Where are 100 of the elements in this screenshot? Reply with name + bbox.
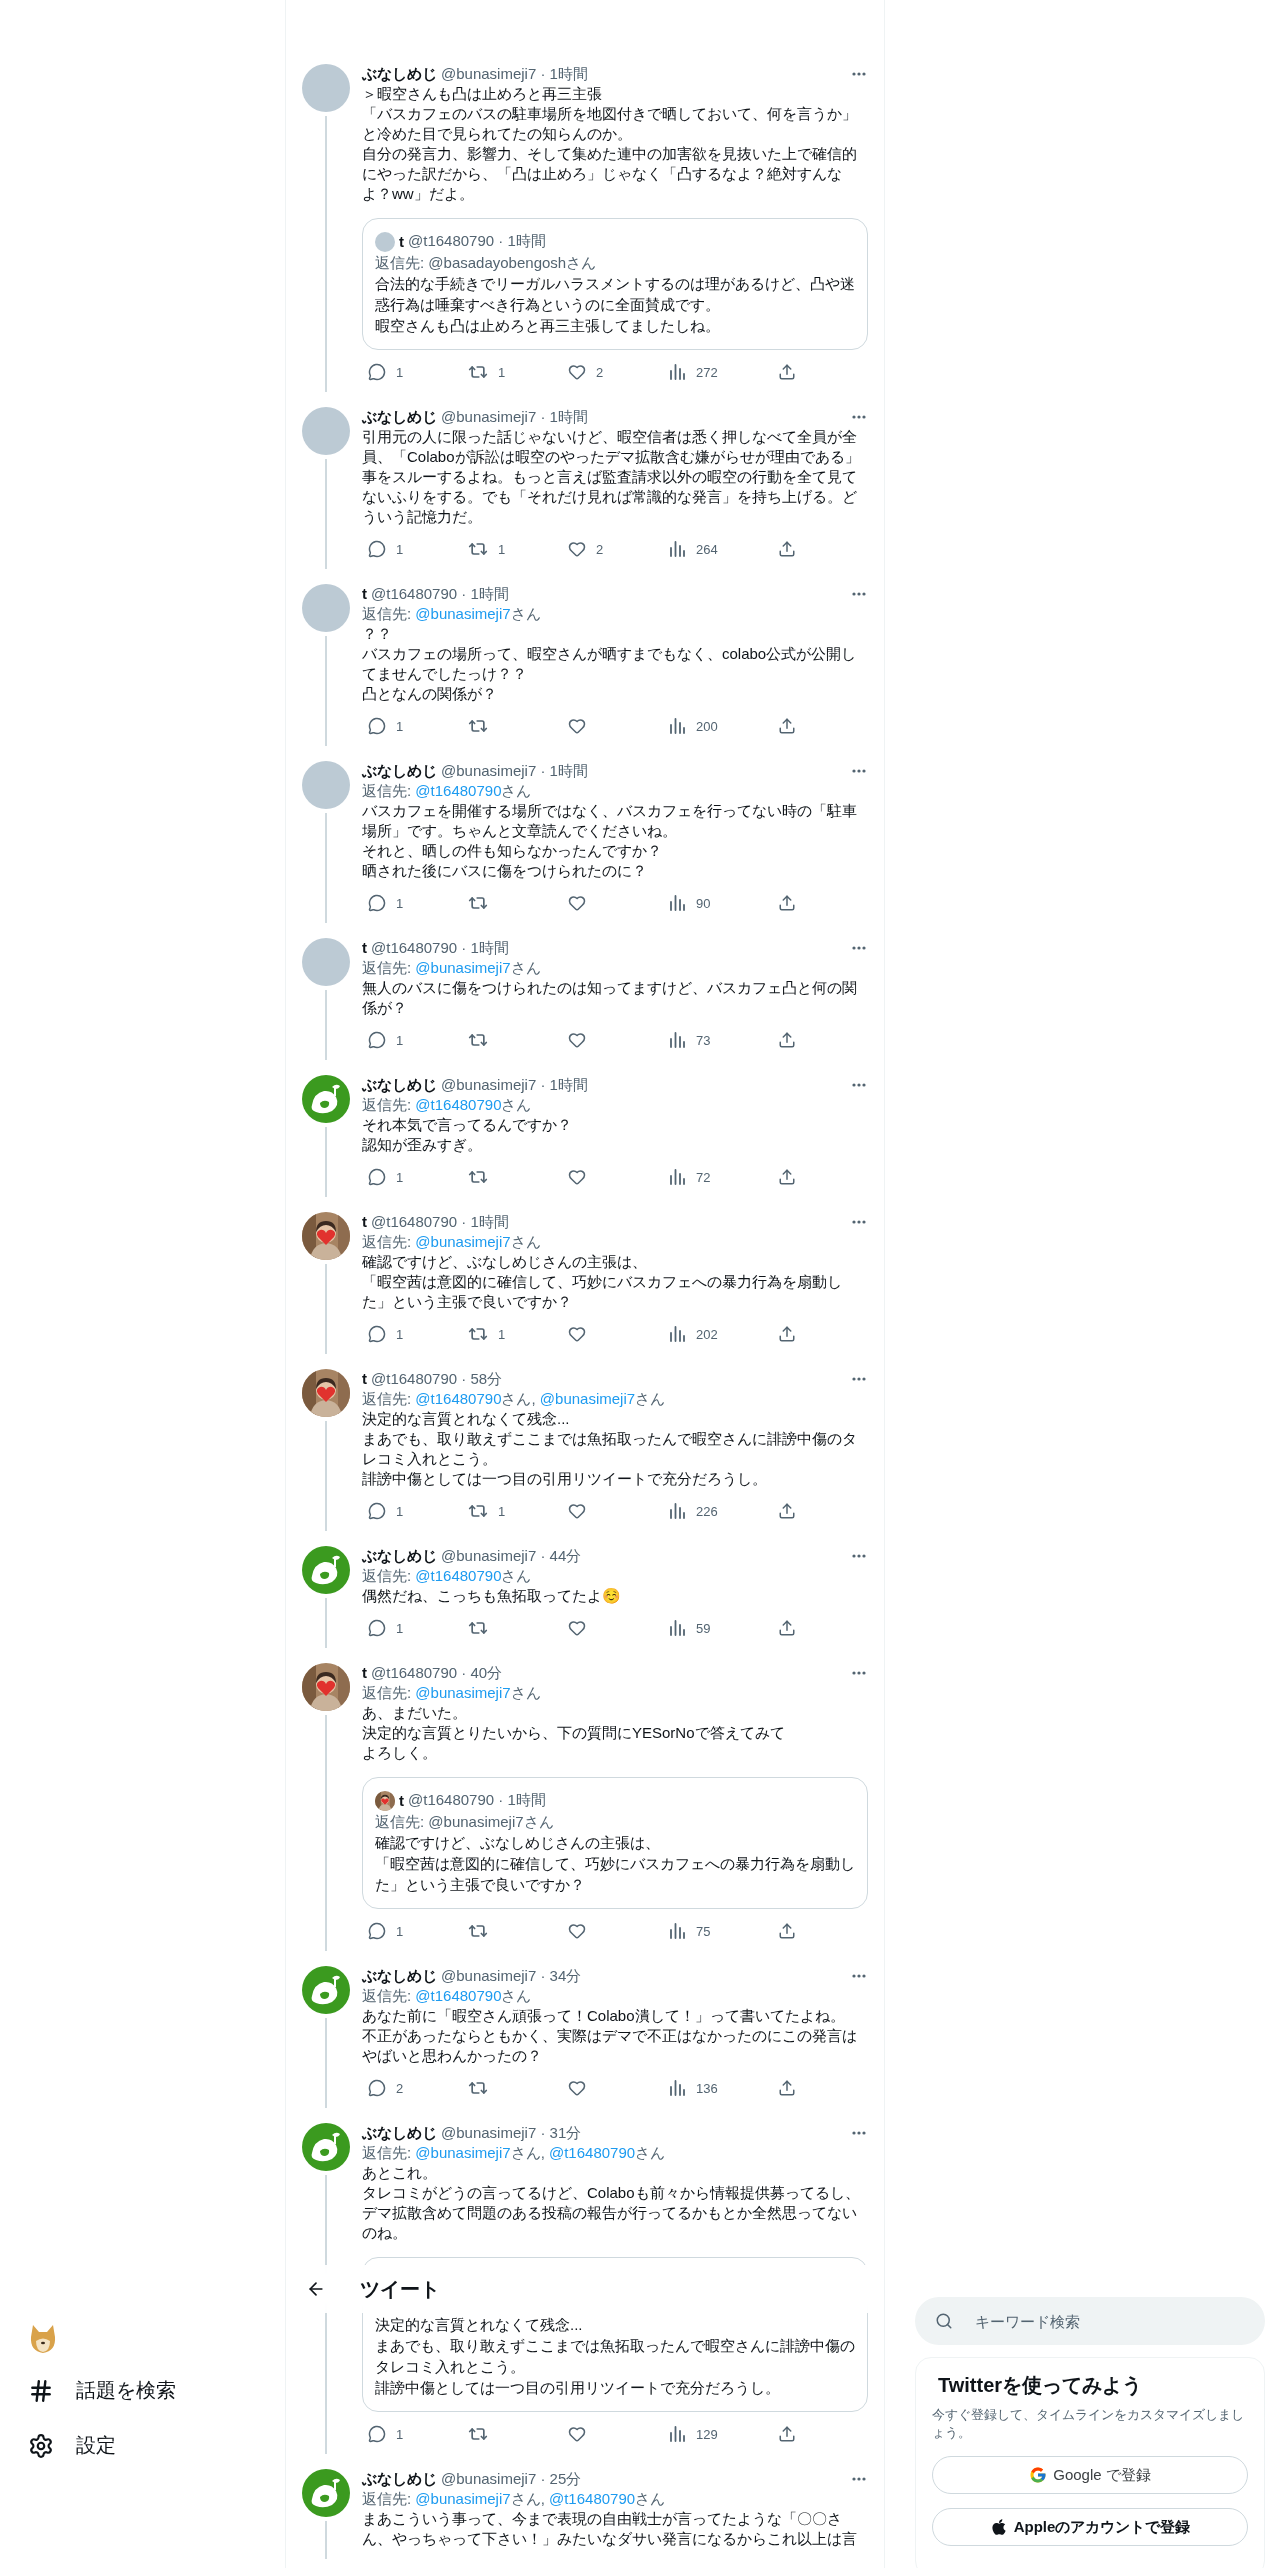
share-icon	[778, 2079, 796, 2097]
mention-link[interactable]: @bunasimeji7	[415, 959, 511, 976]
reply-button[interactable]: 1	[362, 716, 404, 736]
reply-button[interactable]: 1	[362, 1501, 404, 1521]
retweet-button[interactable]: 1	[462, 539, 506, 559]
tweet-text: 無人のバスに傷をつけられたのは知ってますけど、バスカフェ凸と何の関係が？	[362, 978, 858, 1018]
nav-item[interactable]: 設定	[28, 2418, 116, 2473]
mention-link[interactable]: @bunasimeji7	[415, 2144, 511, 2161]
views-button[interactable]: 72	[662, 1167, 711, 1187]
mention-link[interactable]: @t16480790	[415, 1096, 502, 1113]
bar-chart-icon	[668, 1619, 686, 1637]
tweet-meta: @t16480790 · 1時間	[408, 232, 546, 251]
tweet-text: 引用元の人に限った話じゃないけど、暇空信者は悉く押しなべて全員が全員、「Colaboが訴訟は暇空のやったデマ拡散含む嫌がらせが理由である」事をスルーするよね。もっと言えば監査請求以外の暇空の行動を全て見てないふりをする。でも「それだけ見れば常識的な発言」を持ち上げる。どういう記憶力だ。	[362, 427, 861, 527]
comment-icon	[368, 1325, 386, 1343]
views-button[interactable]: 129	[662, 2424, 718, 2444]
heart-icon	[568, 717, 586, 735]
author-name: ぶなしめじ	[362, 64, 437, 84]
author-name: t	[399, 233, 404, 250]
author-name: t	[362, 938, 367, 958]
mention-link[interactable]: @bunasimeji7	[415, 605, 511, 622]
mention-link[interactable]: @bunasimeji7	[415, 1684, 511, 1701]
like-button[interactable]: 2	[562, 539, 604, 559]
mention-link[interactable]: @t16480790	[415, 782, 502, 799]
reply-button[interactable]: 1	[362, 539, 404, 559]
nav-item[interactable]: 話題を検索	[28, 2363, 176, 2418]
views-button[interactable]: 75	[662, 1921, 711, 1941]
like-button[interactable]: 2	[562, 362, 604, 382]
tweet-text: バスカフェを開催する場所ではなく、バスカフェを行ってない時の「駐車場所」です。ちゃんと文章読んでくださいね。 それと、晒しの件も知らなかったんですか？ 晒された後にバスに傷をつけられたのに？	[362, 801, 858, 881]
reply-to-text: 返信先: @bunasimeji7さん	[362, 1232, 542, 1252]
views-button[interactable]: 200	[662, 716, 718, 736]
author-name: ぶなしめじ	[362, 1966, 437, 1986]
share-icon	[778, 363, 796, 381]
reply-to-text: 返信先: @bunasimeji7さん	[362, 1683, 542, 1703]
quoted-text: 確認ですけど、ぶなしめじさんの主張は、 「暇空茜は意図的に確信して、巧妙にバスカフェへの暴力行為を扇動した」という主張で良いですか？	[375, 1833, 855, 1895]
views-button[interactable]: 73	[662, 1030, 711, 1050]
mention-link[interactable]: @bunasimeji7	[415, 1233, 511, 1250]
reply-button[interactable]: 1	[362, 1921, 404, 1941]
quoted-text: 合法的な手続きでリーガルハラスメントするのは理があるけど、凸や迷惑行為は唾棄すべき行為というのに全面賛成です。 暇空さんも凸は止めろと再三主張してましたしね。	[375, 274, 855, 336]
mention-link[interactable]: @t16480790	[548, 2144, 636, 2161]
heart-icon	[568, 1168, 586, 1186]
views-button[interactable]: 59	[662, 1618, 711, 1638]
google-signup-button[interactable]: Google で登録	[932, 2456, 1248, 2494]
reply-button[interactable]: 1	[362, 1030, 404, 1050]
tweet-text: 確認ですけど、ぶなしめじさんの主張は、 「暇空茜は意図的に確信して、巧妙にバスカフェへの暴力行為を扇動した」という主張で良いですか？	[362, 1252, 843, 1312]
card-subtitle: 今すぐ登録して、タイムラインをカスタマイズしましょう。	[932, 2406, 1245, 2442]
retweet-button[interactable]: 1	[462, 1501, 506, 1521]
tweet-text: あとこれ。 タレコミがどうの言ってるけど、Colaboも前々から情報提供募ってるし、デマ拡散含めて問題のある投稿の報告が行ってるかもとか全然思ってないのね。	[362, 2163, 861, 2243]
reply-button[interactable]: 1	[362, 1618, 404, 1638]
author-name: ぶなしめじ	[362, 1075, 437, 1095]
views-button[interactable]: 202	[662, 1324, 718, 1344]
reply-button[interactable]: 1	[362, 2424, 404, 2444]
tweet-text: まあこういう事って、今まで表現の自由戦士が言ってたような「〇〇さん、やっちゃって下さい！」みたいなダサい発言になるからこれ以上は言	[362, 2509, 858, 2549]
reply-to-text: 返信先: @basadayobengoshさん	[375, 253, 598, 273]
tweet-text: あ、まだいた。 決定的な言質とりたいから、下の質問にYESorNoで答えてみて よろしく。	[362, 1703, 786, 1763]
comment-icon	[368, 363, 386, 381]
views-button[interactable]: 136	[662, 2078, 718, 2098]
reply-button[interactable]: 1	[362, 1167, 404, 1187]
share-icon	[778, 540, 796, 558]
mention-link[interactable]: @t16480790	[548, 2490, 636, 2507]
quoted-tweet-card[interactable]: t @t16480790 · 1時間 返信先: @basadayobengoshさん 合法的な手続きでリーガルハラスメントするのは理があるけど、凸や迷惑行為は唾棄すべき行為というのに全面賛成です。 暇空さんも凸は止めろと再三主張してましたしね。	[362, 218, 868, 350]
author-name: ぶなしめじ	[362, 1546, 437, 1566]
bar-chart-icon	[668, 1502, 686, 1520]
share-icon	[778, 1325, 796, 1343]
views-button[interactable]: 226	[662, 1501, 718, 1521]
avatar[interactable]	[302, 1546, 350, 1594]
retweet-button[interactable]: 1	[462, 362, 506, 382]
views-button[interactable]: 90	[662, 893, 711, 913]
avatar[interactable]	[302, 2123, 350, 2171]
reply-button[interactable]: 1	[362, 362, 404, 382]
tweet-meta: @bunasimeji7 · 1時間	[441, 761, 588, 781]
tweet-meta: @t16480790 · 1時間	[408, 1791, 546, 1810]
quoted-tweet-card[interactable]: t @t16480790 · 1時間 返信先: @bunasimeji7さん 確認ですけど、ぶなしめじさんの主張は、 「暇空茜は意図的に確信して、巧妙にバスカフェへの暴力行為を扇動した」という主張で良いですか？	[362, 1777, 868, 1909]
views-button[interactable]: 272	[662, 362, 718, 382]
google-icon	[1029, 2466, 1048, 2484]
share-icon	[778, 1619, 796, 1637]
tweet-meta: @bunasimeji7 · 1時間	[441, 64, 588, 84]
reply-button[interactable]: 1	[362, 1324, 404, 1344]
tweet-meta: @t16480790 · 1時間	[371, 584, 509, 604]
heart-icon	[568, 1619, 586, 1637]
views-button[interactable]: 264	[662, 539, 718, 559]
avatar[interactable]	[302, 2469, 350, 2517]
mention-link[interactable]: @bunasimeji7	[415, 2490, 511, 2507]
avatar[interactable]	[302, 1966, 350, 2014]
mention-link[interactable]: @t16480790	[415, 1390, 502, 1407]
page-title: ツイート	[360, 2276, 440, 2302]
avatar[interactable]	[302, 1075, 350, 1123]
author-name: t	[362, 1212, 367, 1232]
search-icon	[935, 2312, 953, 2330]
retweet-button[interactable]: 1	[462, 1324, 506, 1344]
author-name: t	[362, 1663, 367, 1683]
search-field[interactable]: キーワード検索	[915, 2297, 1265, 2345]
reply-button[interactable]: 2	[362, 2078, 404, 2098]
heart-icon	[568, 1922, 586, 1940]
mention-link[interactable]: @t16480790	[415, 1987, 502, 2004]
reply-button[interactable]: 1	[362, 893, 404, 913]
mention-link[interactable]: @t16480790	[415, 1567, 502, 1584]
author-name: t	[362, 584, 367, 604]
reply-to-text: 返信先: @bunasimeji7さん, @t16480790さん	[362, 2489, 667, 2509]
tweet-meta: @bunasimeji7 · 1時間	[441, 407, 588, 427]
apple-signup-button[interactable]: Appleのアカウントで登録	[932, 2508, 1248, 2546]
